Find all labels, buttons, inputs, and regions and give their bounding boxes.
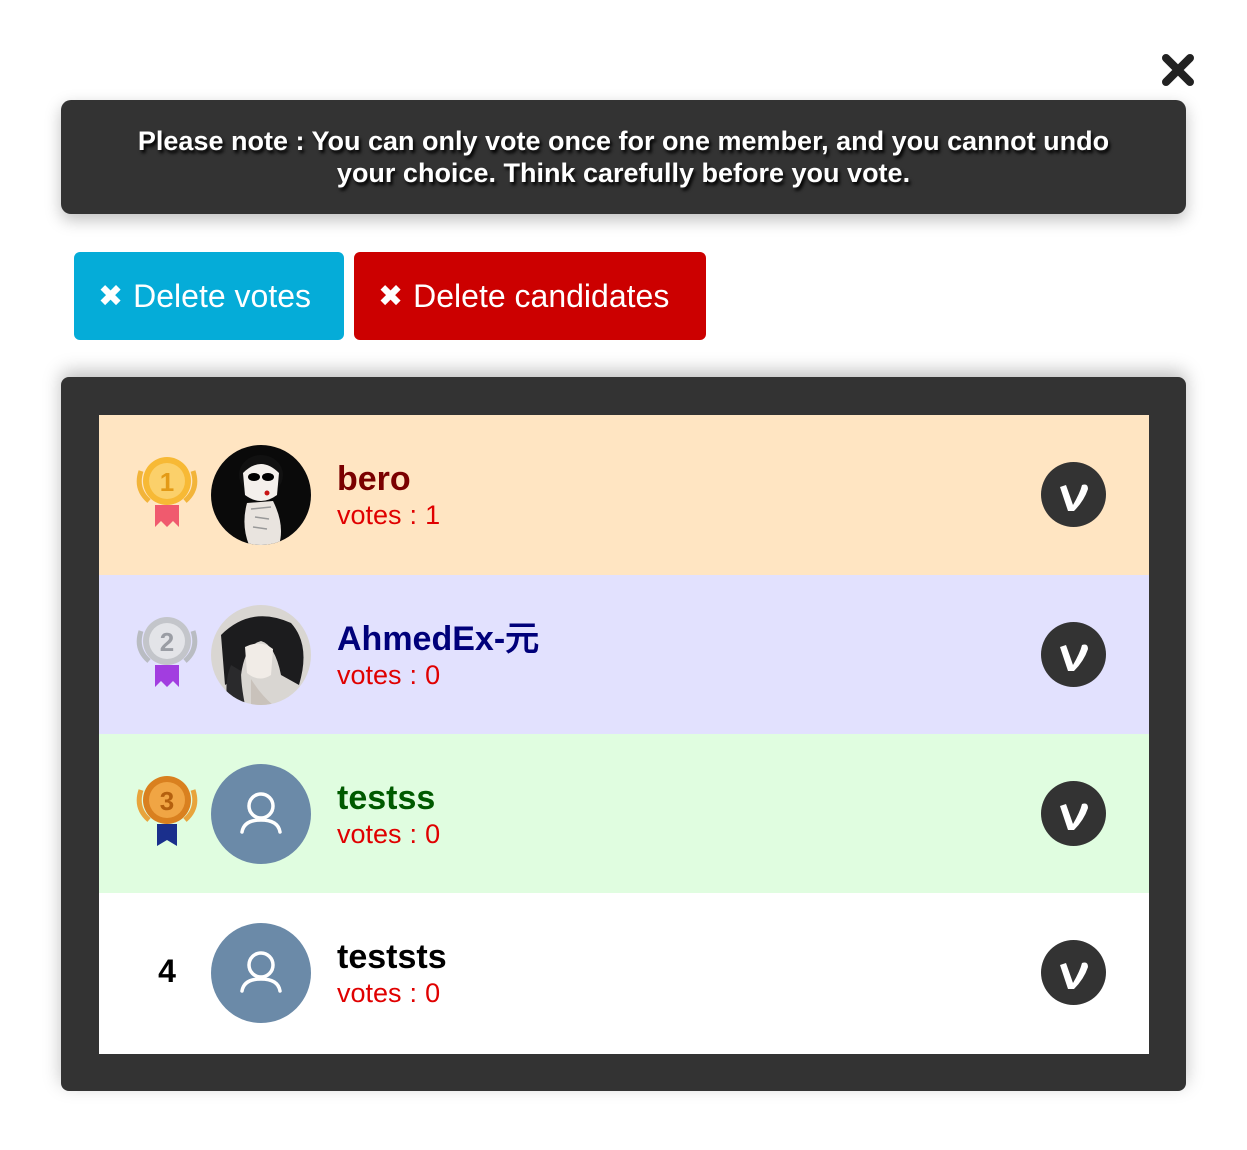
close-icon [1162, 54, 1194, 86]
delete-candidates-label: Delete candidates [413, 277, 670, 314]
delete-candidates-button[interactable]: ✖ Delete candidates [354, 252, 706, 340]
candidate-votes: votes:0 [337, 977, 440, 1009]
candidate-name: bero [337, 460, 411, 498]
candidate-row: 2 AhmedEx-元 votes:0 [99, 575, 1149, 734]
svg-text:2: 2 [160, 627, 174, 657]
votes-count: 1 [425, 500, 441, 530]
avatar [211, 923, 311, 1023]
vote-modal: Please note : You can only vote once for… [0, 0, 1247, 1150]
candidates-panel: 1 bero votes:1 2 AhmedEx-元 votes: 0 3 t… [61, 377, 1186, 1091]
delete-votes-button[interactable]: ✖ Delete votes [74, 252, 344, 340]
candidate-row: 4 teststs votes:0 [99, 893, 1149, 1054]
candidate-name: testss [337, 779, 436, 817]
svg-text:3: 3 [160, 786, 174, 816]
silver-medal-icon: 2 [136, 617, 198, 687]
candidate-row: 1 bero votes:1 [99, 415, 1149, 575]
vote-v-icon [1059, 644, 1088, 671]
rank-number: 4 [158, 953, 176, 989]
votes-label: votes [337, 978, 402, 1008]
candidate-votes: votes:0 [337, 818, 440, 850]
svg-text:1: 1 [160, 467, 174, 497]
vote-button[interactable] [1041, 462, 1106, 527]
votes-count: 0 [425, 978, 441, 1008]
candidate-name: AhmedEx-元 [337, 620, 540, 658]
bronze-medal-icon: 3 [136, 776, 198, 846]
vote-v-icon [1059, 484, 1088, 511]
close-button[interactable] [1160, 52, 1196, 88]
delete-icon: ✖ [98, 279, 124, 313]
vote-v-icon [1059, 962, 1088, 989]
votes-separator: : [409, 660, 418, 690]
votes-count: 0 [425, 660, 441, 690]
vote-v-icon [1059, 803, 1088, 830]
votes-separator: : [409, 500, 418, 530]
notice-banner: Please note : You can only vote once for… [61, 100, 1186, 214]
vote-button[interactable] [1041, 622, 1106, 687]
candidate-votes: votes:0 [337, 659, 440, 691]
votes-count: 0 [425, 819, 441, 849]
delete-icon: ✖ [378, 279, 404, 313]
votes-label: votes [337, 500, 402, 530]
default-user-icon [240, 951, 282, 993]
default-user-icon [240, 792, 282, 834]
vote-button[interactable] [1041, 940, 1106, 1005]
avatar [211, 764, 311, 864]
candidates-list: 1 bero votes:1 2 AhmedEx-元 votes: 0 3 t… [99, 415, 1149, 1054]
candidate-row: 3 testss votes:0 [99, 734, 1149, 893]
gold-medal-icon: 1 [136, 457, 198, 527]
votes-label: votes [337, 660, 402, 690]
photo-longhair-icon [211, 605, 311, 705]
delete-votes-label: Delete votes [133, 277, 312, 314]
avatar [211, 605, 311, 705]
notice-text: Please note : You can only vote once for… [137, 126, 1110, 188]
votes-label: votes [337, 819, 402, 849]
candidate-votes: votes:1 [337, 499, 440, 531]
candidate-name: teststs [337, 938, 447, 976]
votes-separator: : [409, 978, 418, 1008]
votes-separator: : [409, 819, 418, 849]
avatar [211, 445, 311, 545]
photo-smoker-icon [211, 445, 311, 545]
vote-button[interactable] [1041, 781, 1106, 846]
